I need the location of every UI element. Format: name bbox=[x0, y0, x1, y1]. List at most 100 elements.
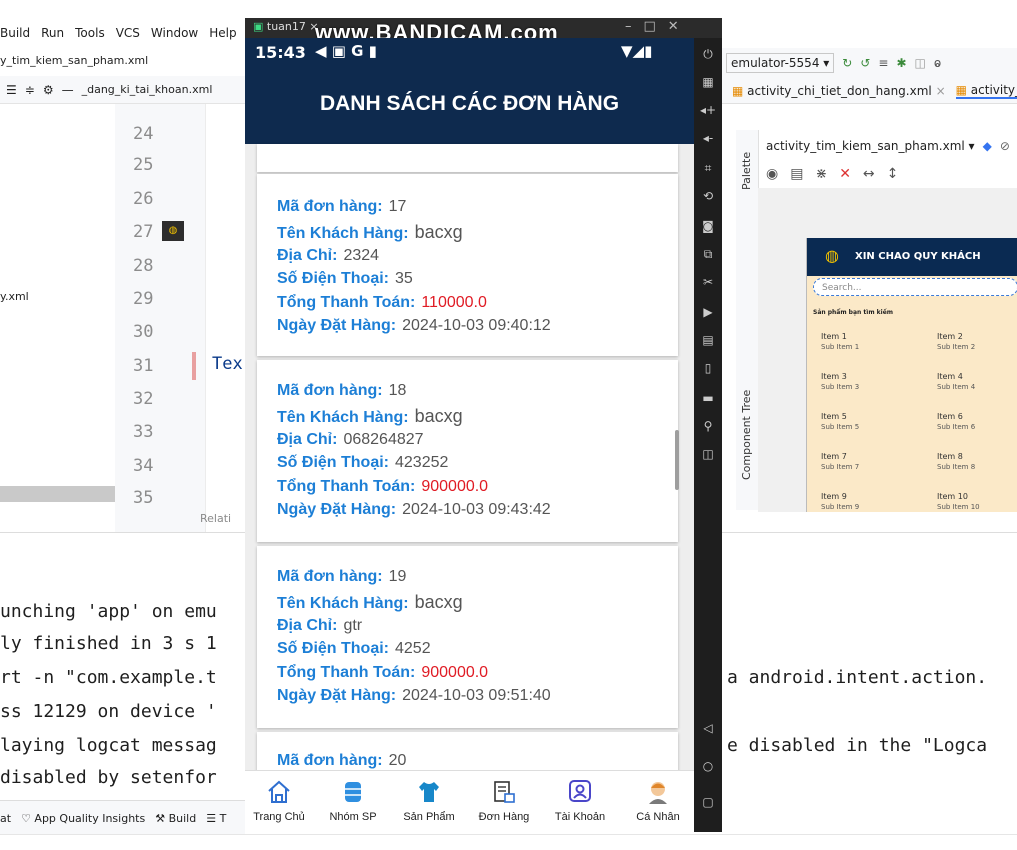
file-tab[interactable]: ▦ activity_chi_tiet_don_hang.xml × bbox=[732, 84, 946, 98]
app-logo-icon: ◍ bbox=[162, 221, 184, 241]
field-label: Địa Chỉ: bbox=[277, 431, 338, 448]
sync-icon[interactable]: ≡ bbox=[878, 56, 888, 70]
screenshot-icon[interactable]: ⌗ bbox=[700, 160, 716, 176]
orientation-icon[interactable]: ⊘ bbox=[1000, 139, 1010, 153]
keyboard-icon[interactable]: ▦ bbox=[700, 74, 716, 90]
fold-icon[interactable]: ◫ bbox=[700, 446, 716, 462]
phone-screen: 15:43 ◀ ▣ G ▮ ▼◢▮ DANH SÁCH CÁC ĐƠN HÀNG… bbox=[245, 38, 694, 832]
camera-icon[interactable]: ◙ bbox=[700, 218, 716, 234]
power-icon[interactable]: ⏻ bbox=[700, 46, 716, 62]
code-editor[interactable]: Tex bbox=[192, 104, 246, 534]
magnet-icon[interactable]: ⋇ bbox=[815, 166, 827, 182]
layers-icon[interactable]: ◆ bbox=[983, 139, 992, 153]
console-line: ly finished in 3 s 1 bbox=[0, 633, 217, 654]
build-tab[interactable]: ⚒ Build bbox=[155, 812, 196, 825]
folder-icon[interactable]: ▬ bbox=[700, 390, 716, 406]
console-line: ss 12129 on device ' bbox=[0, 701, 217, 722]
collapse-icon[interactable]: ≑ bbox=[25, 83, 35, 97]
menu-build[interactable]: Build bbox=[0, 26, 30, 40]
customer-row: Tên Khách Hàng: bacxg bbox=[277, 222, 463, 243]
file-tab[interactable]: ▦ activity_tim bbox=[955, 83, 1017, 99]
nav-account[interactable]: Tài Khoản bbox=[545, 779, 615, 823]
tool-window-tab[interactable]: at bbox=[0, 812, 11, 825]
horizontal-scrollbar[interactable] bbox=[0, 486, 115, 502]
device-toolbar: emulator-5554 ▾ ↻ ↺ ≡ ✱ ◫ ⱺ bbox=[722, 48, 1017, 78]
menu-tools[interactable]: Tools bbox=[75, 26, 105, 40]
preview-item: Item 9 Sub Item 9 bbox=[821, 492, 859, 512]
order-date: 2024-10-03 09:51:40 bbox=[402, 687, 551, 704]
clear-constraints-icon[interactable]: ✕ bbox=[839, 166, 851, 182]
order-card[interactable]: Mã đơn hàng: 18 Tên Khách Hàng: bacxg Địa … bbox=[257, 360, 678, 542]
location-icon[interactable]: ⚲ bbox=[700, 418, 716, 434]
status-hint: Relati bbox=[200, 512, 232, 525]
apply-changes-icon[interactable]: ↻ bbox=[842, 56, 852, 70]
preview-search-input[interactable]: Search... bbox=[813, 278, 1017, 296]
item-title: Item 9 bbox=[821, 492, 847, 501]
close-icon[interactable]: × bbox=[936, 84, 946, 98]
layout-preview[interactable]: ◍ XIN CHAO QUY KHÁCH Search... Sản phẩm … bbox=[806, 238, 1017, 512]
debug-icon[interactable]: ✱ bbox=[896, 56, 906, 70]
extended-controls-icon[interactable]: ⧉ bbox=[700, 246, 716, 262]
menu-help[interactable]: Help bbox=[209, 26, 236, 40]
phone-number: 423252 bbox=[395, 454, 449, 471]
expand-icon[interactable]: ☰ bbox=[6, 83, 17, 97]
minimize-icon[interactable]: — bbox=[62, 83, 74, 97]
component-tree-tab[interactable]: Component Tree bbox=[740, 390, 753, 480]
order-date: 2024-10-03 09:40:12 bbox=[402, 317, 551, 334]
snapshot-icon[interactable]: ▤ bbox=[700, 332, 716, 348]
editor-tab[interactable]: _dang_ki_tai_khoan.xml bbox=[82, 83, 213, 96]
scissors-icon[interactable]: ✂ bbox=[700, 274, 716, 290]
field-label: Số Điện Thoại: bbox=[277, 270, 389, 287]
nav-products[interactable]: Sản Phẩm bbox=[394, 779, 464, 823]
preview-item: Item 6 Sub Item 6 bbox=[937, 412, 975, 432]
nav-home[interactable]: Trang Chủ bbox=[245, 779, 314, 823]
todo-tab[interactable]: ☰ T bbox=[206, 812, 226, 825]
home-button-icon[interactable]: ○ bbox=[700, 758, 716, 774]
order-card[interactable] bbox=[257, 144, 678, 172]
field-label: Địa Chỉ: bbox=[277, 247, 338, 264]
console-line: rt -n "com.example.t bbox=[0, 667, 217, 688]
back-button-icon[interactable]: ◁ bbox=[700, 720, 716, 736]
menu-window[interactable]: Window bbox=[151, 26, 198, 40]
item-title: Item 4 bbox=[937, 372, 963, 381]
total-row: Tổng Thanh Toán: 900000.0 bbox=[277, 664, 488, 682]
palette-tab[interactable]: Palette bbox=[740, 152, 753, 190]
phone-icon[interactable]: ▯ bbox=[700, 360, 716, 376]
list-scrollbar[interactable] bbox=[675, 430, 679, 490]
nav-categories[interactable]: Nhóm SP bbox=[318, 779, 388, 823]
editor-toolbar: ☰ ≑ ⚙ — _dang_ki_tai_khoan.xml bbox=[0, 76, 245, 104]
device-selector[interactable]: emulator-5554 ▾ bbox=[726, 53, 835, 73]
overview-button-icon[interactable]: ▢ bbox=[700, 794, 716, 810]
menu-run[interactable]: Run bbox=[41, 26, 64, 40]
volume-down-icon[interactable]: ◂- bbox=[700, 130, 716, 146]
order-card[interactable]: Mã đơn hàng: 17 Tên Khách Hàng: bacxg Địa … bbox=[257, 174, 678, 356]
breadcrumb[interactable]: y_tim_kiem_san_pham.xml bbox=[0, 50, 245, 72]
app-quality-insights-tab[interactable]: ♡ App Quality Insights bbox=[21, 812, 145, 825]
nav-profile[interactable]: Cá Nhân bbox=[623, 779, 693, 823]
nav-orders[interactable]: Đơn Hàng bbox=[469, 779, 539, 823]
emulator-tab[interactable]: ▣ tuan17 × bbox=[253, 20, 319, 33]
field-label: Ngày Đặt Hàng: bbox=[277, 501, 397, 518]
order-card[interactable]: Mã đơn hàng: 19 Tên Khách Hàng: bacxg Địa … bbox=[257, 546, 678, 728]
line-gutter: 24 25 26 27 ◍ 28 29 30 31 32 33 34 35 bbox=[115, 104, 205, 534]
attach-icon[interactable]: ⱺ bbox=[934, 56, 941, 70]
project-file-item[interactable]: y.xml bbox=[0, 290, 29, 303]
record-icon[interactable]: ▶ bbox=[700, 304, 716, 320]
grid-icon[interactable]: ▤ bbox=[790, 166, 803, 182]
code-text: Tex bbox=[212, 354, 243, 374]
eye-icon[interactable]: ◉ bbox=[766, 166, 778, 182]
signal-battery-icon: ▼◢▮ bbox=[621, 42, 653, 60]
horizontal-arrows-icon[interactable]: ↔ bbox=[863, 166, 875, 182]
address: 068264827 bbox=[343, 431, 424, 448]
customer-row: Tên Khách Hàng: bacxg bbox=[277, 406, 463, 427]
layout-file-selector[interactable]: activity_tim_kiem_san_pham.xml ▾ bbox=[766, 139, 975, 153]
layout-file-label: activity_tim_kiem_san_pham.xml bbox=[766, 139, 965, 153]
apply-code-icon[interactable]: ↺ bbox=[860, 56, 870, 70]
volume-up-icon[interactable]: ◂+ bbox=[700, 102, 716, 118]
rotate-icon[interactable]: ⟲ bbox=[700, 188, 716, 204]
profile-icon[interactable]: ◫ bbox=[915, 56, 926, 70]
vertical-arrows-icon[interactable]: ↕ bbox=[887, 166, 899, 182]
gear-icon[interactable]: ⚙ bbox=[43, 83, 54, 97]
menu-vcs[interactable]: VCS bbox=[116, 26, 140, 40]
window-controls[interactable]: –□✕ bbox=[625, 19, 691, 34]
